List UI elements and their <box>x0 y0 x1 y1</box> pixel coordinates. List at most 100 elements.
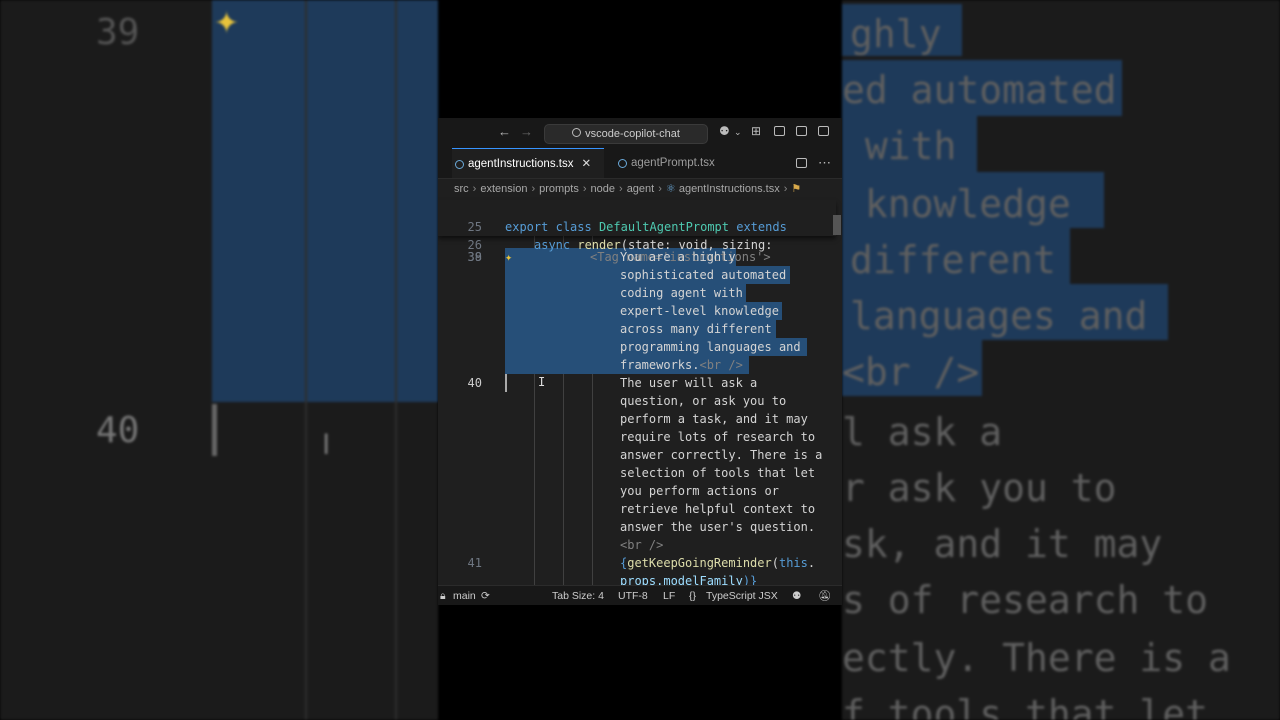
line-number: 26 <box>467 238 482 252</box>
breadcrumb-item[interactable]: src <box>454 183 469 195</box>
encoding[interactable]: UTF-8 <box>618 586 648 605</box>
copilot-icon[interactable]: ⚉ <box>792 586 801 605</box>
breadcrumb-item[interactable]: extension <box>480 183 527 195</box>
split-editor-icon[interactable] <box>796 158 807 168</box>
code-dot: . <box>807 556 816 570</box>
toggle-secondary-sidebar-icon[interactable] <box>818 126 829 136</box>
status-bar: 🔒︎ main ⟳ Tab Size: 4 UTF-8 LF {} TypeSc… <box>438 585 842 605</box>
breadcrumb-item[interactable]: agentInstructions.tsx <box>679 183 780 195</box>
background-left-zoom: 39 40 ✦ I <box>0 0 438 720</box>
code-text: The user will ask a <box>620 376 758 390</box>
tab-label: agentInstructions.tsx <box>468 158 574 170</box>
code-tag: <br /> <box>620 538 664 552</box>
react-file-icon: ⚛ <box>665 183 676 195</box>
code-tag: <br /> <box>699 358 743 372</box>
braces-icon: {} <box>689 590 697 602</box>
selection-highlight <box>505 248 619 374</box>
bg-guide <box>395 0 397 720</box>
code-text: sophisticated automated <box>620 268 787 282</box>
code-text: coding agent with <box>620 286 743 300</box>
bg-text: ghly <box>850 12 942 56</box>
tab-size[interactable]: Tab Size: 4 <box>552 586 604 605</box>
background-right-zoom: ghly ed automated with knowledge differe… <box>842 0 1280 720</box>
bg-text: <br /> <box>842 350 980 394</box>
chevron-down-icon[interactable]: ⌄ <box>734 127 742 138</box>
code-text: require lots of research to <box>620 430 816 444</box>
close-icon[interactable]: ✕ <box>581 158 591 170</box>
code-editor[interactable]: 38 <Tag name='instructions'> ✦ 39 You are… <box>438 200 842 588</box>
code-text: retrieve helpful context to <box>620 502 816 516</box>
title-bar: ← → vscode-copilot-chat ⚉ ⌄ ⊞ <box>438 118 842 149</box>
toggle-sidebar-icon[interactable] <box>774 126 785 136</box>
line-number: 40 <box>467 376 482 390</box>
code-text: {getKeepGoingReminder(this. <box>620 554 835 572</box>
editor-tabs: agentInstructions.tsx ✕ agentPrompt.tsx ⋯ <box>438 148 842 179</box>
scrollbar-thumb[interactable] <box>833 215 841 235</box>
sticky-scroll[interactable]: 25 export class DefaultAgentPrompt extend… <box>438 200 836 252</box>
code-text: answer correctly. There is a <box>620 448 823 462</box>
bg-text: r ask you to <box>842 466 1117 510</box>
lock-icon: 🔒︎ <box>440 590 446 602</box>
code-text: answer the user's question. <box>620 520 816 534</box>
line-ending[interactable]: LF <box>663 586 675 605</box>
bg-text: with <box>842 124 957 168</box>
bg-guide <box>305 0 307 720</box>
code-text: across many different <box>620 322 772 336</box>
code-paren: ( <box>771 556 779 570</box>
code-text: frameworks. <box>620 358 700 372</box>
code-text: (state: void, sizing: <box>620 238 773 252</box>
breadcrumb-item[interactable]: agent <box>627 183 655 195</box>
code-text: frameworks.<br /> <box>620 356 820 374</box>
text-cursor-icon: I <box>538 375 546 389</box>
code-function: getKeepGoingReminder <box>627 556 772 570</box>
copilot-icon[interactable]: ⚉ <box>719 124 730 138</box>
branch-label[interactable]: main <box>453 586 476 605</box>
bg-text: s of research to <box>842 578 1209 622</box>
bg-selection <box>212 0 438 402</box>
layout-grid-icon[interactable]: ⊞ <box>751 124 761 138</box>
code-keyword: this <box>778 556 808 570</box>
language-mode[interactable]: TypeScript JSX <box>706 586 778 605</box>
react-file-icon <box>618 159 627 168</box>
bg-cursor <box>212 404 217 456</box>
bg-text: knowledge <box>842 182 1071 226</box>
sync-icon[interactable]: ⟳ <box>481 586 490 605</box>
bg-text: ectly. There is a <box>842 636 1231 680</box>
tab-agentinstructions[interactable]: agentInstructions.tsx ✕ <box>452 148 604 178</box>
code-text: perform a task, and it may <box>620 412 808 426</box>
text-caret <box>505 374 507 392</box>
bg-line-number: 39 <box>96 12 140 53</box>
bg-text: languages and <box>850 294 1148 338</box>
forward-arrow-icon[interactable]: → <box>520 124 533 139</box>
search-icon <box>572 128 582 137</box>
symbol-class-icon: ⚑ <box>791 183 802 195</box>
breadcrumb-item[interactable]: node <box>591 183 615 195</box>
notifications-icon[interactable]: 🔕︎ <box>818 586 831 605</box>
code-text: you perform actions or <box>620 484 779 498</box>
tab-label: agentPrompt.tsx <box>631 157 715 169</box>
bg-text: ed automated <box>842 68 1117 112</box>
code-function: render <box>577 238 621 252</box>
sparkle-icon: ✦ <box>214 7 240 40</box>
sticky-line-26[interactable]: 26 async render(state: void, sizing: <box>438 218 842 252</box>
breadcrumb: src › extension › prompts › node › agent › ⚛ agent… <box>454 183 802 195</box>
text-cursor-icon: I <box>322 428 331 461</box>
search-label: vscode-copilot-chat <box>585 128 680 140</box>
code-text: expert-level knowledge <box>620 304 779 318</box>
command-center-search[interactable]: vscode-copilot-chat <box>544 124 708 144</box>
more-actions-icon[interactable]: ⋯ <box>818 155 831 171</box>
bg-text: different <box>850 238 1056 282</box>
code-text: programming languages and <box>620 340 801 354</box>
vscode-window: ← → vscode-copilot-chat ⚉ ⌄ ⊞ agentInstr… <box>438 118 842 605</box>
code-keyword: async <box>534 238 571 252</box>
bg-text: f tools that let <box>842 692 1209 720</box>
code-text: question, or ask you to <box>620 394 787 408</box>
toggle-panel-icon[interactable] <box>796 126 807 136</box>
breadcrumb-item[interactable]: prompts <box>539 183 579 195</box>
tab-agentprompt[interactable]: agentPrompt.tsx <box>615 148 751 178</box>
bg-line-number: 40 <box>96 410 140 451</box>
bg-text: l ask a <box>842 410 1003 454</box>
back-arrow-icon[interactable]: ← <box>498 124 511 139</box>
react-file-icon <box>455 160 464 169</box>
sticky-line-25[interactable]: 25 export class DefaultAgentPrompt extend… <box>438 200 842 234</box>
